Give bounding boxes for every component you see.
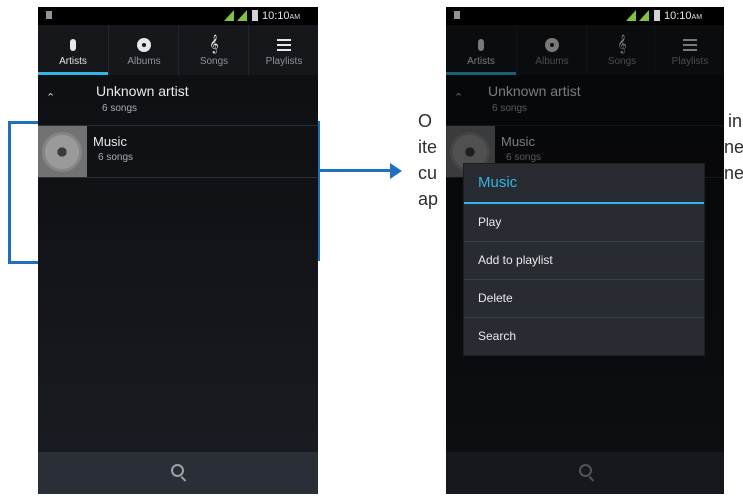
album-song-count: 6 songs — [98, 152, 134, 163]
signal-icon — [626, 10, 636, 21]
artist-group-header[interactable]: ⌃ Unknown artist 6 songs — [38, 81, 318, 125]
status-time: 10:10AM — [262, 10, 301, 22]
signal-icon — [639, 10, 649, 21]
context-menu-title: Music — [464, 164, 704, 204]
album-art — [38, 126, 87, 177]
album-row[interactable]: Music 6 songs — [38, 125, 318, 178]
tab-playlists[interactable]: Playlists — [248, 25, 318, 75]
menu-item-add-to-playlist[interactable]: Add to playlist — [464, 242, 704, 280]
search-icon[interactable] — [171, 464, 184, 477]
album-name: Music — [93, 134, 127, 149]
context-menu: Music Play Add to playlist Delete Search — [463, 163, 705, 356]
microphone-icon — [38, 34, 108, 56]
tab-indicator — [38, 72, 108, 75]
treble-clef-icon: 𝄞 — [209, 36, 219, 53]
arrow-head-icon — [390, 163, 402, 179]
tab-artists[interactable]: Artists — [38, 25, 108, 75]
status-bar: 10:10AM — [38, 7, 318, 25]
menu-item-delete[interactable]: Delete — [464, 280, 704, 318]
phone-screen-before: 10:10AM Artists Albums 𝄞 Songs Playlists… — [38, 7, 318, 494]
tab-label: Playlists — [265, 56, 303, 67]
signal-icon — [224, 10, 234, 21]
battery-icon — [654, 10, 660, 21]
notification-icon — [454, 11, 460, 19]
tab-label: Artists — [59, 56, 87, 67]
battery-icon — [252, 10, 258, 21]
artist-song-count: 6 songs — [102, 103, 138, 114]
chevron-up-icon: ⌃ — [46, 92, 56, 104]
tab-bar: Artists Albums 𝄞 Songs Playlists — [38, 25, 318, 75]
highlight-line — [318, 121, 320, 261]
tab-albums[interactable]: Albums — [108, 25, 179, 75]
status-time: 10:10AM — [664, 10, 703, 22]
disc-icon — [109, 34, 179, 56]
tab-label: Songs — [199, 56, 229, 67]
phone-screen-after: 10:10AM Artists Albums 𝄞 Songs Playlists… — [446, 7, 724, 494]
notification-icon — [46, 11, 52, 19]
tab-label: Albums — [127, 56, 161, 67]
status-bar: 10:10AM — [446, 7, 724, 25]
bottom-bar — [38, 452, 318, 494]
list-icon — [249, 34, 318, 56]
artist-name: Unknown artist — [96, 83, 189, 99]
tab-songs[interactable]: 𝄞 Songs — [178, 25, 249, 75]
highlight-bracket — [8, 121, 38, 264]
vinyl-icon — [42, 132, 82, 172]
menu-item-search[interactable]: Search — [464, 318, 704, 355]
signal-icon — [237, 10, 247, 21]
arrow-icon — [318, 169, 392, 172]
menu-item-play[interactable]: Play — [464, 204, 704, 242]
